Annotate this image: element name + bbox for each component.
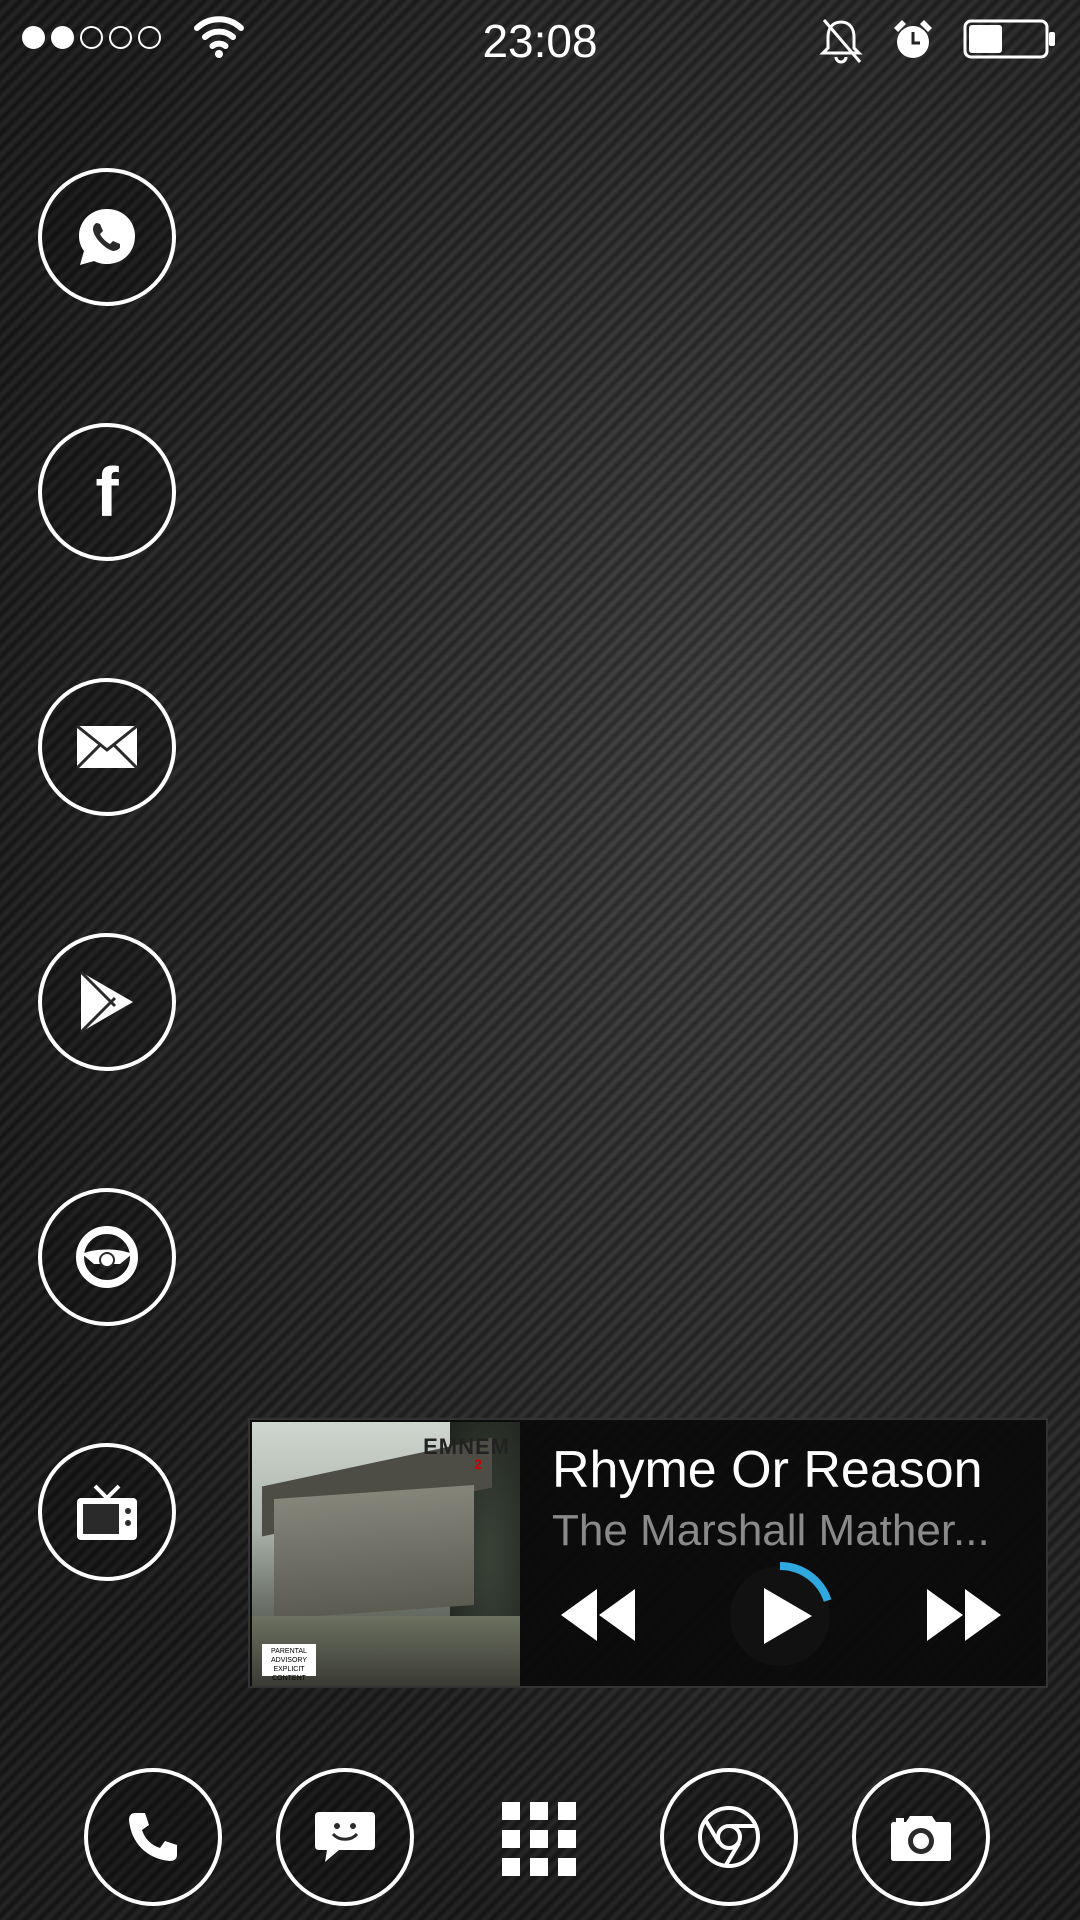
chrome-icon <box>698 1806 760 1868</box>
play-icon <box>730 1562 832 1666</box>
phone-icon <box>129 1813 177 1861</box>
play-store-button[interactable] <box>38 933 176 1071</box>
fast-forward-icon <box>927 1589 1001 1641</box>
facebook-icon: f <box>95 453 119 531</box>
tv-button[interactable] <box>38 1443 176 1581</box>
tv-icon <box>77 1484 137 1540</box>
app-drawer-button[interactable] <box>502 1802 576 1876</box>
bell-off-icon <box>819 19 863 64</box>
rewind-button[interactable] <box>552 1580 642 1650</box>
mail-button[interactable] <box>38 678 176 816</box>
album-art-label: EMNEM <box>423 1434 510 1459</box>
status-bar: 23:08 <box>0 0 1080 80</box>
play-store-icon <box>79 970 133 1034</box>
music-widget: EMNEM 2 PARENTAL ADVISORY EXPLICIT CONTE… <box>248 1418 1048 1688</box>
parental-advisory-badge: PARENTAL ADVISORY EXPLICIT CONTENT <box>262 1644 316 1682</box>
whatsapp-button[interactable] <box>38 168 176 306</box>
alarm-icon <box>894 20 932 58</box>
chrome-button[interactable] <box>660 1768 798 1906</box>
messaging-button[interactable] <box>276 1768 414 1906</box>
rewind-icon <box>561 1589 635 1641</box>
play-button[interactable] <box>720 1556 840 1676</box>
track-album: The Marshall Mather... <box>552 1506 990 1555</box>
camera-button[interactable] <box>852 1768 990 1906</box>
messaging-icon <box>315 1812 375 1862</box>
album-art-sublabel: 2 <box>474 1456 482 1472</box>
facebook-button[interactable]: f <box>38 423 176 561</box>
track-title: Rhyme Or Reason <box>552 1441 983 1499</box>
driving-app-button[interactable] <box>38 1188 176 1326</box>
battery-icon <box>963 19 1055 59</box>
camera-icon <box>891 1816 951 1861</box>
album-art[interactable]: EMNEM 2 PARENTAL ADVISORY EXPLICIT CONTE… <box>252 1422 520 1686</box>
steering-wheel-icon <box>76 1226 138 1288</box>
phone-button[interactable] <box>84 1768 222 1906</box>
fast-forward-button[interactable] <box>920 1580 1010 1650</box>
whatsapp-icon <box>79 209 135 265</box>
mail-icon <box>76 725 138 769</box>
